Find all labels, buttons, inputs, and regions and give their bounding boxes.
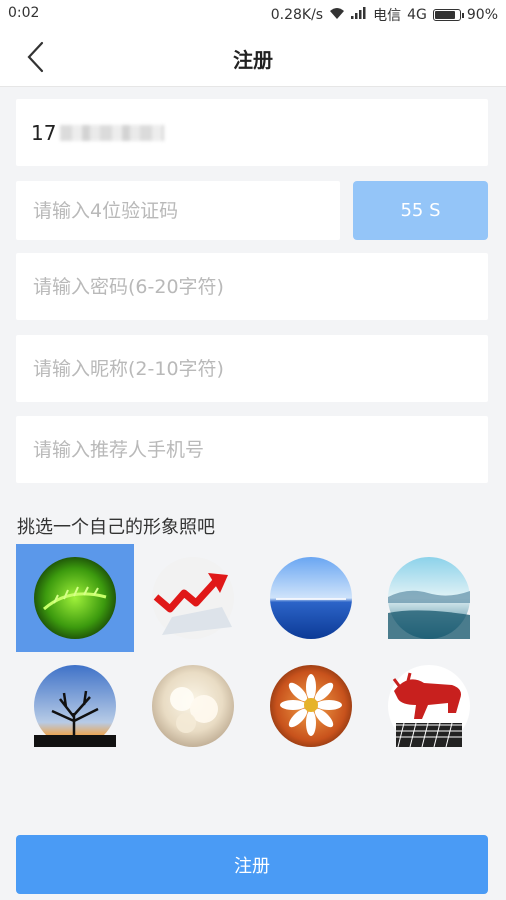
phone-prefix: 17 bbox=[31, 120, 57, 145]
password-field[interactable] bbox=[16, 253, 488, 320]
phone-field[interactable]: 17 bbox=[16, 99, 488, 166]
avatar-daisy-image bbox=[270, 665, 352, 747]
signal-icon bbox=[351, 7, 367, 23]
avatar-red-bull-image bbox=[388, 665, 470, 747]
avatar-blue-lake-image bbox=[270, 557, 352, 639]
battery-icon bbox=[432, 9, 464, 21]
avatar-tree-silhouette-image bbox=[34, 665, 116, 747]
nickname-input[interactable] bbox=[31, 356, 488, 381]
avatar-option-red-arrow-chart[interactable] bbox=[134, 544, 252, 652]
avatar-white-flowers-image bbox=[152, 665, 234, 747]
avatar-option-blue-lake[interactable] bbox=[252, 544, 370, 652]
avatar-option-tree-silhouette[interactable] bbox=[16, 652, 134, 760]
password-input[interactable] bbox=[31, 274, 488, 299]
avatar-option-green-fern[interactable] bbox=[16, 544, 134, 652]
avatar-red-arrow-chart-image bbox=[152, 557, 234, 639]
nav-header: 注册 bbox=[0, 28, 506, 87]
avatar-green-fern-image bbox=[34, 557, 116, 639]
register-button[interactable]: 注册 bbox=[16, 835, 488, 894]
network-label: 4G bbox=[407, 7, 427, 23]
nickname-field[interactable] bbox=[16, 335, 488, 402]
send-code-countdown-button[interactable]: 55 S bbox=[353, 181, 488, 240]
avatar-option-daisy[interactable] bbox=[252, 652, 370, 760]
avatar-section-label: 挑选一个自己的形象照吧 bbox=[17, 517, 215, 538]
avatar-misty-mountains-image bbox=[388, 557, 470, 639]
wifi-icon bbox=[329, 7, 345, 24]
battery-fill bbox=[434, 11, 455, 19]
avatar-option-misty-mountains[interactable] bbox=[370, 544, 488, 652]
verification-code-field[interactable] bbox=[16, 181, 340, 240]
carrier-label: 电信 bbox=[373, 8, 402, 24]
phone-redacted-mask bbox=[60, 124, 165, 141]
status-bar: 0:02 0.28K/s 电信 4G 90% bbox=[0, 0, 506, 28]
avatar-option-red-bull[interactable] bbox=[370, 652, 488, 760]
referrer-phone-field[interactable] bbox=[16, 416, 488, 483]
net-speed: 0.28K/s bbox=[270, 7, 324, 23]
page-title: 注册 bbox=[233, 48, 273, 72]
avatar-option-white-flowers[interactable] bbox=[134, 652, 252, 760]
status-right: 0.28K/s 电信 4G 90% bbox=[271, 5, 498, 25]
referrer-phone-input[interactable] bbox=[31, 437, 488, 462]
status-time: 0:02 bbox=[8, 5, 40, 21]
battery-percent: 90% bbox=[466, 7, 498, 23]
verification-code-input[interactable] bbox=[31, 198, 340, 223]
